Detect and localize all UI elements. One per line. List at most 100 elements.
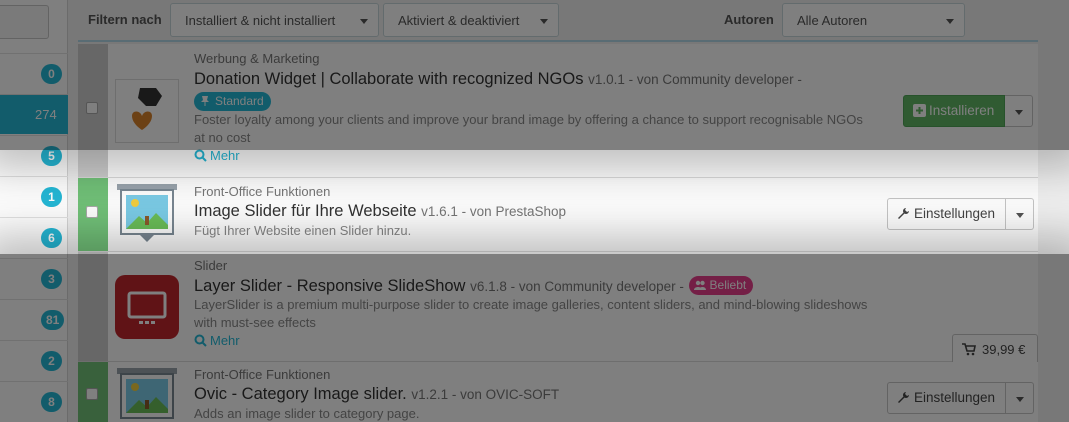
standard-badge-label: Standard [215, 94, 264, 108]
settings-button-group: Einstellungen [887, 382, 1034, 414]
category-count-badge: 8 [41, 392, 62, 412]
chevron-down-icon [946, 19, 954, 24]
sidebar-category-item[interactable]: 2 [0, 340, 68, 380]
category-count-badge: 0 [41, 64, 62, 84]
module-name: Layer Slider - Responsive SlideShow [194, 277, 466, 295]
module-description: Fügt Ihrer Website einen Slider hinzu. [194, 223, 412, 238]
authors-label: Autoren [724, 12, 774, 27]
settings-dropdown-toggle[interactable] [1006, 198, 1034, 230]
slideshow-icon [117, 184, 177, 242]
module-meta: v1.0.1 - von Community developer - [588, 72, 802, 87]
category-count-badge: 274 [35, 107, 57, 122]
chevron-down-icon [1016, 213, 1024, 218]
enabled-status-select[interactable]: Aktiviert & deaktiviert [383, 3, 559, 37]
more-link[interactable]: Mehr [194, 148, 240, 163]
donation-widget-logo [115, 79, 179, 143]
chevron-down-icon [360, 19, 368, 24]
settings-dropdown-toggle[interactable] [1006, 382, 1034, 414]
module-row-highlighted: Front-Office Funktionen Image Slider für… [78, 178, 1038, 252]
module-title: Layer Slider - Responsive SlideShow v6.1… [194, 276, 754, 296]
standard-badge: Standard [194, 92, 271, 111]
module-description: Foster loyalty among your clients and im… [194, 112, 863, 145]
category-count-badge: 6 [41, 228, 62, 248]
module-row: Slider Layer Slider - Responsive SlideSh… [78, 252, 1038, 366]
chevron-down-icon [540, 19, 548, 24]
install-button-group: Installieren [903, 95, 1033, 127]
popular-badge: Beliebt [688, 276, 754, 295]
module-name: Donation Widget | Collaborate with recog… [194, 70, 584, 88]
more-link-label: Mehr [210, 333, 240, 348]
module-title: Image Slider für Ihre Webseite v1.6.1 - … [194, 202, 566, 221]
category-count-badge: 81 [41, 310, 65, 330]
hand-heart-icon [132, 88, 162, 130]
sidebar-category-item[interactable]: 6 [0, 217, 68, 257]
category-count-badge: 1 [41, 187, 62, 207]
status-stripe [78, 252, 108, 361]
module-checkbox[interactable] [86, 206, 98, 218]
authors-select[interactable]: Alle Autoren [782, 3, 965, 37]
category-sidebar: 0 274 5 1 6 3 81 2 8 [0, 0, 68, 422]
sidebar-category-item-active[interactable]: 274 [0, 94, 68, 134]
search-icon [194, 149, 207, 162]
module-row: Front-Office Funktionen Ovic - Category … [78, 362, 1038, 422]
settings-button-label: Einstellungen [914, 206, 996, 221]
chevron-down-icon [1016, 397, 1024, 402]
module-category: Front-Office Funktionen [194, 367, 331, 382]
sidebar-category-item[interactable]: 81 [0, 299, 68, 339]
module-meta: v6.1.8 - von Community developer - [470, 279, 684, 294]
module-category: Werbung & Marketing [194, 51, 320, 66]
module-checkbox[interactable] [86, 102, 98, 114]
sidebar-search-input[interactable] [0, 5, 49, 39]
wrench-icon [898, 208, 909, 219]
sidebar-category-item[interactable]: 0 [0, 53, 68, 93]
filter-label: Filtern nach [88, 12, 162, 27]
wrench-icon [898, 392, 909, 403]
badge-wrapper: Standard [194, 92, 271, 112]
authors-value: Alle Autoren [797, 13, 868, 28]
settings-button-group: Einstellungen [887, 198, 1034, 230]
module-category: Slider [194, 258, 228, 273]
module-row: Werbung & Marketing Donation Widget | Co… [78, 44, 1038, 178]
settings-button[interactable]: Einstellungen [887, 382, 1006, 414]
category-count-badge: 2 [41, 351, 62, 371]
enabled-status-value: Aktiviert & deaktiviert [398, 13, 520, 28]
sidebar-category-item[interactable]: 8 [0, 381, 68, 421]
chevron-down-icon [1015, 110, 1023, 115]
search-icon [194, 334, 207, 347]
install-button[interactable]: Installieren [903, 95, 1005, 127]
install-status-value: Installiert & nicht installiert [185, 13, 336, 28]
settings-button[interactable]: Einstellungen [887, 198, 1006, 230]
install-dropdown-toggle[interactable] [1005, 95, 1033, 127]
image-slider-logo [115, 182, 179, 248]
module-name: Ovic - Category Image slider. [194, 385, 407, 403]
cart-icon [962, 343, 976, 356]
module-description: Adds an image slider to category page. [194, 406, 420, 421]
users-icon [693, 280, 706, 290]
module-title: Ovic - Category Image slider. v1.2.1 - v… [194, 385, 559, 404]
install-status-select[interactable]: Installiert & nicht installiert [170, 3, 379, 37]
pin-icon [201, 96, 209, 106]
more-link[interactable]: Mehr [194, 333, 240, 348]
module-description: LayerSlider is a premium multi-purpose s… [194, 297, 868, 330]
presentation-icon [127, 291, 167, 324]
ovic-slider-logo [115, 366, 179, 422]
layer-slider-logo [115, 275, 179, 339]
category-count-badge: 3 [41, 269, 62, 289]
popular-badge-label: Beliebt [709, 278, 747, 292]
install-button-label: Installieren [929, 103, 995, 118]
more-link-label: Mehr [210, 148, 240, 163]
category-count-badge: 5 [41, 146, 62, 166]
filter-bar: Filtern nach Installiert & nicht install… [78, 0, 1038, 42]
plus-square-icon [913, 104, 926, 117]
settings-button-label: Einstellungen [914, 390, 996, 405]
module-name: Image Slider für Ihre Webseite [194, 202, 417, 220]
sidebar-category-item[interactable]: 3 [0, 258, 68, 298]
module-meta: v1.6.1 - von PrestaShop [421, 204, 566, 219]
sidebar-category-item[interactable]: 5 [0, 135, 68, 175]
module-meta: v1.2.1 - von OVIC-SOFT [411, 387, 560, 402]
module-title: Donation Widget | Collaborate with recog… [194, 70, 802, 89]
slideshow-icon [117, 368, 177, 419]
module-category: Front-Office Funktionen [194, 184, 331, 199]
module-checkbox[interactable] [86, 388, 98, 400]
sidebar-category-item[interactable]: 1 [0, 176, 68, 216]
